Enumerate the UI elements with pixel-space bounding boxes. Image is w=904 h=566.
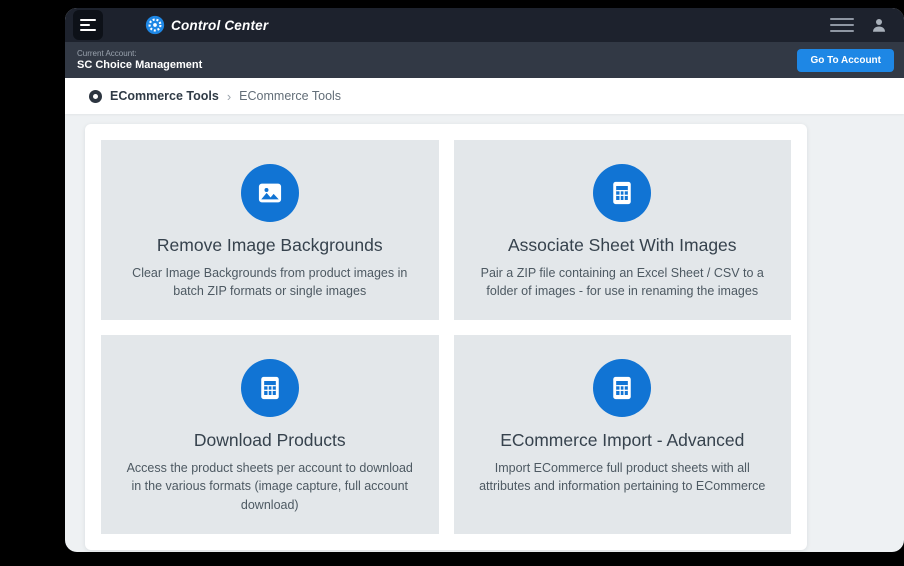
tile-associate-sheet-with-images[interactable]: Associate Sheet With Images Pair a ZIP f…: [453, 140, 791, 321]
go-to-account-button[interactable]: Go To Account: [797, 48, 894, 72]
brand-title: Control Center: [171, 17, 269, 33]
tile-title: Associate Sheet With Images: [507, 235, 737, 255]
tile-description: Clear Image Backgrounds from product ima…: [132, 266, 408, 299]
image-icon: [240, 164, 299, 222]
sheet-icon: [593, 359, 652, 418]
current-account-name: SC Choice Management: [77, 58, 203, 71]
breadcrumb-page: ECommerce Tools: [239, 89, 342, 103]
brand: Control Center: [145, 15, 268, 35]
breadcrumb-section[interactable]: ECommerce Tools: [110, 89, 219, 103]
app-window: Control Center Current Account: SC Choic…: [65, 8, 904, 552]
tile-description: Access the product sheets per account to…: [126, 461, 413, 512]
tile-title: Remove Image Backgrounds: [156, 235, 383, 255]
breadcrumb: ECommerce Tools › ECommerce Tools: [65, 78, 904, 114]
current-account-label: Current Account:: [77, 48, 137, 58]
tile-ecommerce-import-advanced[interactable]: ECommerce Import - Advanced Import EComm…: [453, 335, 791, 534]
menu-toggle-icon[interactable]: [73, 10, 103, 40]
user-icon[interactable]: [870, 16, 888, 34]
tile-title: ECommerce Import - Advanced: [500, 430, 745, 451]
tile-description: Import ECommerce full product sheets wit…: [479, 461, 766, 494]
content-area: Remove Image Backgrounds Clear Image Bac…: [65, 114, 904, 552]
chevron-right-icon: ›: [226, 88, 232, 104]
current-account: Current Account: SC Choice Management: [77, 49, 202, 72]
sheet-icon: [240, 359, 299, 418]
breadcrumb-icon: [89, 89, 102, 103]
menu-lines-icon[interactable]: [830, 18, 854, 32]
sheet-icon: [593, 164, 652, 222]
tile-remove-image-backgrounds[interactable]: Remove Image Backgrounds Clear Image Bac…: [101, 140, 439, 321]
brand-logo-icon: [145, 15, 165, 35]
tools-card: Remove Image Backgrounds Clear Image Bac…: [85, 124, 807, 550]
account-bar: Current Account: SC Choice Management Go…: [65, 42, 904, 78]
tile-download-products[interactable]: Download Products Access the product she…: [101, 335, 439, 534]
top-header-bar: Control Center: [65, 8, 904, 42]
tile-description: Pair a ZIP file containing an Excel Shee…: [480, 266, 764, 299]
tile-title: Download Products: [193, 430, 346, 451]
tool-tile-grid: Remove Image Backgrounds Clear Image Bac…: [101, 140, 791, 534]
